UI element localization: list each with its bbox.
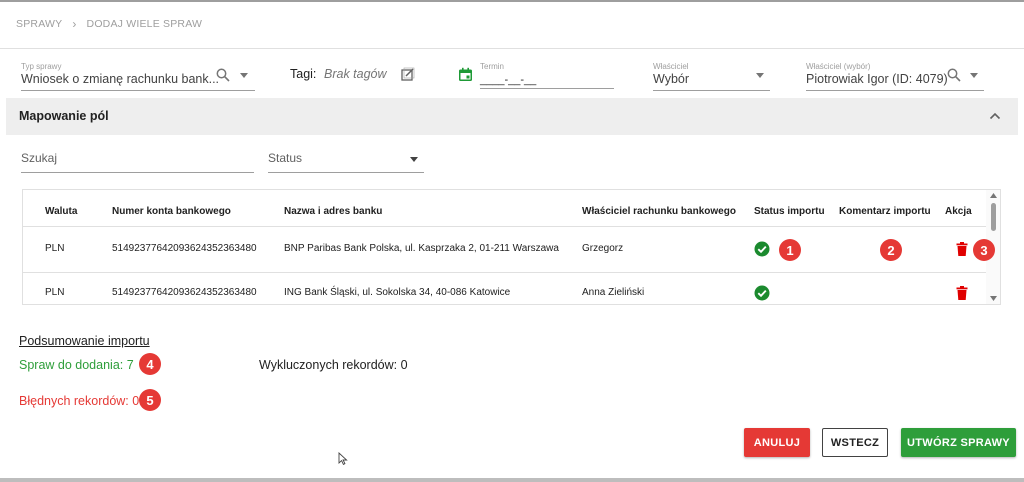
mapping-section-header[interactable]: Mapowanie pól xyxy=(6,98,1018,135)
cell-currency: PLN xyxy=(45,243,65,254)
column-header-holder: Właściciel rachunku bankowego xyxy=(582,206,736,217)
chevron-right-icon: › xyxy=(72,17,77,31)
mapping-title: Mapowanie pól xyxy=(19,109,109,123)
owner-pick-value: Piotrowiak Igor (ID: 4079) xyxy=(806,72,948,86)
check-circle-icon xyxy=(754,285,770,301)
edit-tags-icon[interactable] xyxy=(401,67,415,81)
breadcrumb: SPRAWY › DODAJ WIELE SPRAW xyxy=(16,17,202,31)
chevron-down-icon[interactable] xyxy=(409,155,419,163)
callout-badge-3: 3 xyxy=(973,239,995,261)
summary-title: Podsumowanie importu xyxy=(19,334,150,348)
chevron-down-icon[interactable] xyxy=(754,70,766,80)
scroll-down-icon[interactable] xyxy=(990,296,997,301)
callout-badge-5: 5 xyxy=(139,389,161,411)
breadcrumb-parent[interactable]: SPRAWY xyxy=(16,18,62,30)
owner-pick-label: Właściciel (wybór) xyxy=(806,62,871,71)
column-header-status: Status importu xyxy=(754,206,825,217)
callout-badge-4: 4 xyxy=(139,353,161,375)
cell-bank: ING Bank Śląski, ul. Sokolska 34, 40-086… xyxy=(284,287,511,298)
cell-holder: Grzegorz xyxy=(582,243,624,254)
scroll-up-icon[interactable] xyxy=(990,193,997,198)
cell-bank: BNP Paribas Bank Polska, ul. Kasprzaka 2… xyxy=(284,243,559,254)
scrollbar-thumb[interactable] xyxy=(991,203,996,231)
tags-label: Tagi: xyxy=(290,67,317,81)
search-placeholder: Szukaj xyxy=(21,151,58,165)
cell-holder: Anna Zieliński xyxy=(582,287,645,298)
case-type-value: Wniosek o zmianę rachunku bank... xyxy=(21,72,220,86)
search-field[interactable]: Szukaj xyxy=(21,147,254,173)
search-icon[interactable] xyxy=(215,67,231,83)
bottom-border xyxy=(0,478,1024,482)
column-header-action: Akcja xyxy=(945,206,972,217)
top-bar: SPRAWY › DODAJ WIELE SPRAW xyxy=(0,0,1024,44)
column-header-bank: Nazwa i adres banku xyxy=(284,206,383,217)
case-type-label: Typ sprawy xyxy=(21,62,62,71)
owner-field[interactable]: Właściciel Wybór xyxy=(653,62,770,91)
import-table: Waluta Numer konta bankowego Nazwa i adr… xyxy=(22,189,1001,305)
cancel-button[interactable]: ANULUJ xyxy=(744,428,810,457)
chevron-up-icon[interactable] xyxy=(988,110,1002,122)
calendar-icon[interactable] xyxy=(457,66,473,82)
tags-value: Brak tagów xyxy=(324,67,387,81)
column-header-currency: Waluta xyxy=(45,206,78,217)
create-cases-button[interactable]: UTWÓRZ SPRAWY xyxy=(901,428,1016,457)
cell-account: 51492377642093624352363480 xyxy=(112,287,257,298)
error-records: Błędnych rekordów: 0 xyxy=(19,394,140,408)
search-icon[interactable] xyxy=(946,67,962,83)
back-button[interactable]: WSTECZ xyxy=(822,428,888,457)
callout-badge-1: 1 xyxy=(779,239,801,261)
status-placeholder: Status xyxy=(268,151,303,165)
status-select[interactable]: Status xyxy=(268,147,424,173)
row-divider xyxy=(23,226,986,227)
cell-account: 51492377642093624352363480 xyxy=(112,243,257,254)
callout-badge-2: 2 xyxy=(880,239,902,261)
term-field[interactable]: Termin ____-__-__ xyxy=(480,62,614,89)
trash-icon[interactable] xyxy=(955,285,969,301)
owner-label: Właściciel xyxy=(653,62,689,71)
term-label: Termin xyxy=(480,62,505,71)
term-value: ____-__-__ xyxy=(480,74,537,86)
column-header-comment: Komentarz importu xyxy=(839,206,931,217)
cases-to-add: Spraw do dodania: 7 xyxy=(19,358,134,372)
owner-value: Wybór xyxy=(653,72,690,86)
chevron-down-icon[interactable] xyxy=(238,70,250,80)
row-divider xyxy=(23,272,986,273)
divider xyxy=(0,48,1024,49)
cursor-icon xyxy=(337,451,349,465)
chevron-down-icon[interactable] xyxy=(968,70,980,80)
cell-currency: PLN xyxy=(45,287,65,298)
excluded-records: Wykluczonych rekordów: 0 xyxy=(259,358,408,372)
check-circle-icon xyxy=(754,241,770,257)
trash-icon[interactable] xyxy=(955,241,969,257)
column-header-account: Numer konta bankowego xyxy=(112,206,231,217)
breadcrumb-current: DODAJ WIELE SPRAW xyxy=(86,18,203,30)
